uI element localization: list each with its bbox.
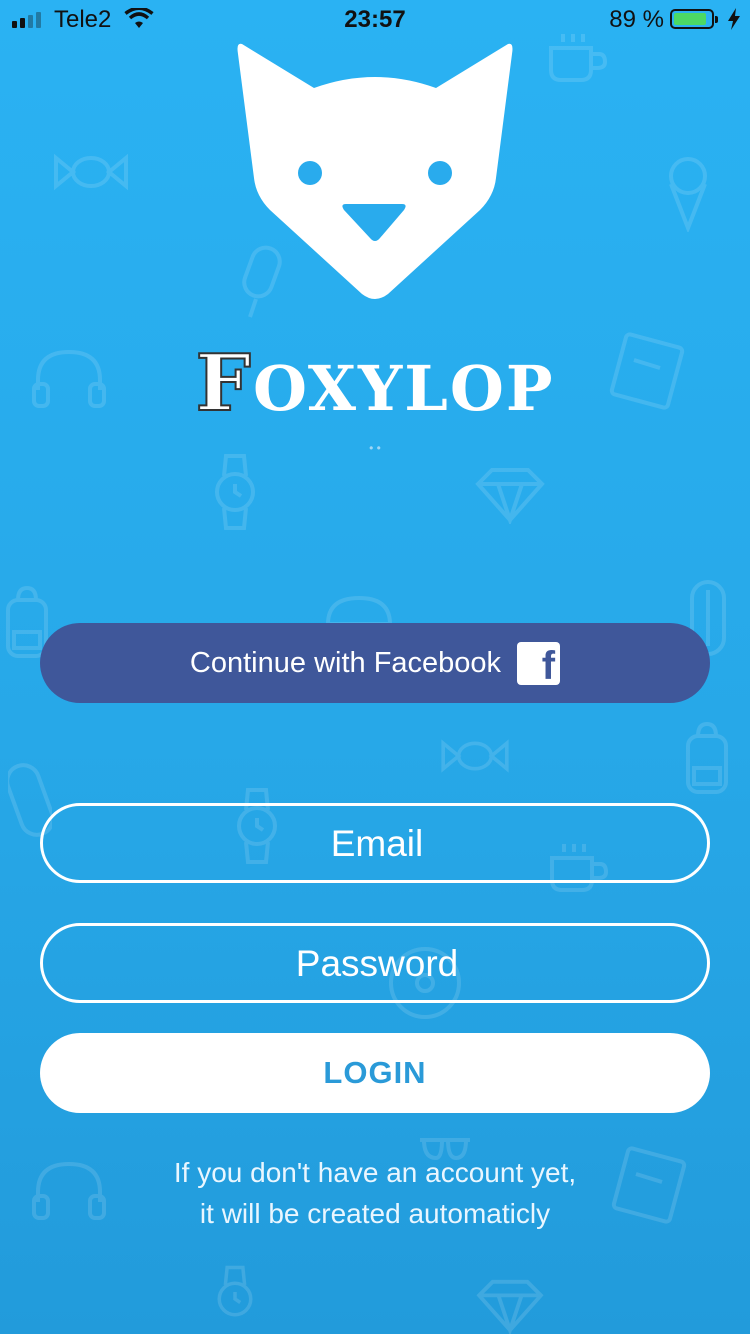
note-line-2: it will be created automaticly (199, 1198, 551, 1229)
facebook-icon: f (517, 641, 561, 688)
diamond-icon (476, 1279, 544, 1334)
password-field[interactable] (43, 926, 711, 1002)
battery-percent: 89 % (609, 6, 664, 33)
login-button[interactable]: LOGIN (40, 1033, 710, 1113)
watch-icon (215, 454, 255, 530)
login-screen: Tele2 23:57 89 % FOXYLOP • • Continue wi… (0, 0, 750, 1334)
candy-icon (441, 739, 509, 773)
account-creation-note: If you don't have an account yet, it wil… (0, 1152, 750, 1234)
candy-icon (54, 153, 128, 191)
password-field-container (40, 923, 711, 1003)
diamond-icon (475, 468, 545, 524)
charging-bolt-icon (728, 8, 740, 30)
fox-head-icon (237, 43, 513, 299)
backpack-icon (686, 721, 728, 794)
status-bar: Tele2 23:57 89 % (0, 0, 750, 40)
battery-fill (674, 13, 707, 25)
battery-icon (670, 9, 718, 29)
email-field[interactable] (43, 806, 711, 882)
watch-icon (217, 1265, 253, 1317)
note-line-1: If you don't have an account yet, (173, 1157, 577, 1188)
page-indicator: • • (369, 441, 381, 455)
continue-with-facebook-button[interactable]: Continue with Facebook f (40, 623, 710, 703)
facebook-button-label: Continue with Facebook (189, 646, 502, 679)
brand-rest: OXYLOP (252, 352, 555, 425)
email-field-container (40, 803, 711, 883)
app-brand-name: FOXYLOP (0, 337, 750, 430)
brand-first-letter: F (195, 337, 253, 430)
ice-cream-icon (669, 157, 707, 232)
